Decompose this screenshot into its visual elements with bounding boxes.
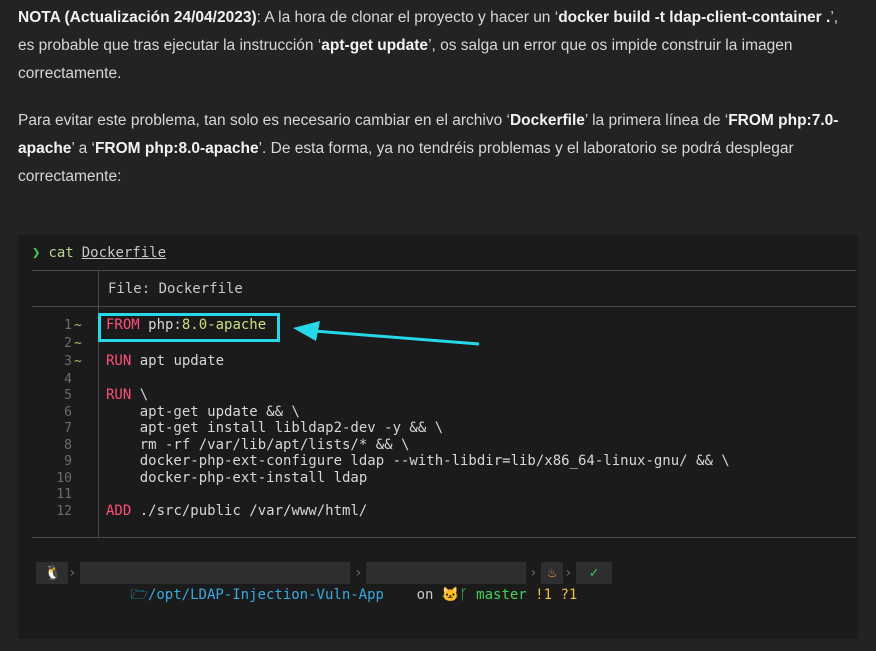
bold-text: docker build -t ldap-client-container . [558, 9, 831, 26]
current-path: /opt/LDAP-Injection-Vuln-App [147, 587, 384, 603]
linux-penguin-icon: 🐧 [36, 562, 68, 584]
segment-separator-icon: › [564, 565, 573, 581]
folder-icon: 🗁 [130, 587, 148, 603]
terminal-screenshot: ❯ cat Dockerfile File: Dockerfile 1 ~ FROM p… [18, 235, 858, 639]
text-run: ’ a ‘ [71, 140, 95, 157]
note-paragraph: NOTA (Actualización 24/04/2023): A la ho… [18, 4, 848, 88]
bold-text: FROM php:8.0-apache [94, 140, 259, 157]
segment-separator-icon: › [354, 565, 363, 581]
branch-name: master [476, 587, 527, 603]
bold-text: NOTA (Actualización 24/04/2023) [18, 9, 257, 26]
check-icon: ✓ [576, 562, 612, 584]
fire-icon: ♨ [541, 562, 563, 584]
git-status: !1 ?1 [535, 587, 578, 603]
bold-text: Dockerfile [509, 112, 585, 129]
path-segment: 🗁/opt/LDAP-Injection-Vuln-App [80, 562, 384, 603]
bold-text: apt-get update [321, 37, 429, 54]
branch-icon: ᚴ [459, 587, 468, 603]
article-text: NOTA (Actualización 24/04/2023): A la ho… [18, 4, 848, 191]
instructions-paragraph: Para evitar este problema, tan solo es n… [18, 107, 848, 191]
divider-bottom [32, 537, 856, 538]
segment-separator-icon: › [529, 565, 538, 581]
on-label: on [416, 587, 434, 603]
github-cat-icon: 🐱 [441, 587, 460, 603]
segment-separator-icon: › [68, 565, 77, 581]
git-segment: on 🐱ᚴ master !1 ?1 [366, 562, 577, 603]
text-run: : A la hora de clonar el proyecto y hace… [256, 9, 559, 26]
text-run: Para evitar este problema, tan solo es n… [18, 112, 510, 129]
text-run: ’ la primera línea de ‘ [584, 112, 729, 129]
